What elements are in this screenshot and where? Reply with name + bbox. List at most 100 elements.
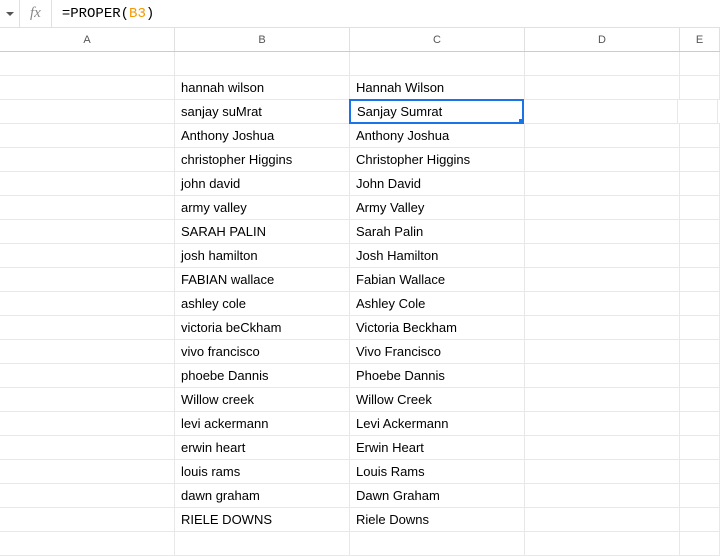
col-header-B[interactable]: B	[175, 28, 350, 51]
cell[interactable]	[680, 484, 720, 507]
cell[interactable]	[0, 244, 175, 267]
cell[interactable]	[525, 76, 680, 99]
cell[interactable]: RIELE DOWNS	[175, 508, 350, 531]
cell[interactable]: dawn graham	[175, 484, 350, 507]
cell[interactable]: hannah wilson	[175, 76, 350, 99]
cell[interactable]	[525, 460, 680, 483]
cell[interactable]	[525, 148, 680, 171]
name-box-dropdown[interactable]	[0, 0, 20, 27]
cell[interactable]	[175, 532, 350, 555]
cell[interactable]: SARAH PALIN	[175, 220, 350, 243]
cell[interactable]	[680, 220, 720, 243]
cell[interactable]	[525, 124, 680, 147]
cell[interactable]	[525, 532, 680, 555]
cell[interactable]	[175, 52, 350, 75]
cell[interactable]	[680, 124, 720, 147]
cell[interactable]	[0, 196, 175, 219]
cell[interactable]	[350, 532, 525, 555]
cell[interactable]	[0, 508, 175, 531]
cell[interactable]	[0, 316, 175, 339]
cell[interactable]: Anthony Joshua	[175, 124, 350, 147]
cell[interactable]	[0, 220, 175, 243]
cell[interactable]	[680, 388, 720, 411]
cell[interactable]: christopher Higgins	[175, 148, 350, 171]
cell[interactable]: phoebe Dannis	[175, 364, 350, 387]
cell[interactable]: john david	[175, 172, 350, 195]
cell[interactable]	[525, 508, 680, 531]
cell[interactable]	[680, 316, 720, 339]
cell[interactable]: Anthony Joshua	[350, 124, 525, 147]
cell[interactable]	[0, 172, 175, 195]
cell[interactable]: army valley	[175, 196, 350, 219]
cell[interactable]: Hannah Wilson	[350, 76, 525, 99]
cell[interactable]	[0, 292, 175, 315]
cell[interactable]	[525, 436, 680, 459]
col-header-D[interactable]: D	[525, 28, 680, 51]
cell[interactable]	[680, 76, 720, 99]
cell[interactable]	[680, 340, 720, 363]
cell[interactable]: Louis Rams	[350, 460, 525, 483]
cell[interactable]	[523, 100, 678, 123]
cell[interactable]	[680, 244, 720, 267]
cell[interactable]: erwin heart	[175, 436, 350, 459]
cell[interactable]	[525, 388, 680, 411]
cell[interactable]	[680, 364, 720, 387]
cell[interactable]	[0, 268, 175, 291]
cell[interactable]	[0, 412, 175, 435]
cell[interactable]	[0, 364, 175, 387]
cell[interactable]	[0, 484, 175, 507]
cell[interactable]	[525, 412, 680, 435]
cell[interactable]: Army Valley	[350, 196, 525, 219]
cell[interactable]: sanjay suMrat	[175, 100, 350, 123]
cell[interactable]	[350, 52, 525, 75]
col-header-A[interactable]: A	[0, 28, 175, 51]
cell[interactable]: Phoebe Dannis	[350, 364, 525, 387]
cell[interactable]	[680, 172, 720, 195]
cell[interactable]: Dawn Graham	[350, 484, 525, 507]
cell[interactable]: John David	[350, 172, 525, 195]
cell[interactable]	[0, 388, 175, 411]
cell[interactable]	[525, 244, 680, 267]
cell[interactable]	[680, 460, 720, 483]
cell[interactable]	[680, 292, 720, 315]
cell[interactable]	[0, 532, 175, 555]
cell[interactable]: Fabian Wallace	[350, 268, 525, 291]
cell[interactable]	[0, 460, 175, 483]
col-header-C[interactable]: C	[350, 28, 525, 51]
cell[interactable]: louis rams	[175, 460, 350, 483]
cell[interactable]: vivo francisco	[175, 340, 350, 363]
cell[interactable]	[525, 268, 680, 291]
cell[interactable]: Willow Creek	[350, 388, 525, 411]
cell[interactable]: Erwin Heart	[350, 436, 525, 459]
cell[interactable]	[525, 484, 680, 507]
cell[interactable]	[678, 100, 718, 123]
cell[interactable]: Willow creek	[175, 388, 350, 411]
cell[interactable]	[525, 316, 680, 339]
cell[interactable]: Riele Downs	[350, 508, 525, 531]
cell[interactable]: Ashley Cole	[350, 292, 525, 315]
cell[interactable]	[0, 436, 175, 459]
cell[interactable]	[680, 508, 720, 531]
cell[interactable]	[680, 532, 720, 555]
cell[interactable]	[0, 52, 175, 75]
cell[interactable]: Levi Ackermann	[350, 412, 525, 435]
cell[interactable]: Victoria Beckham	[350, 316, 525, 339]
cell[interactable]	[680, 412, 720, 435]
cell[interactable]: Christopher Higgins	[350, 148, 525, 171]
formula-input[interactable]: =PROPER(B3)	[52, 0, 720, 27]
cell[interactable]	[0, 100, 175, 123]
cell[interactable]: Josh Hamilton	[350, 244, 525, 267]
cell[interactable]	[525, 220, 680, 243]
cell[interactable]	[525, 340, 680, 363]
cell[interactable]: levi ackermann	[175, 412, 350, 435]
col-header-E[interactable]: E	[680, 28, 720, 51]
cell[interactable]	[0, 76, 175, 99]
cell[interactable]	[680, 52, 720, 75]
cell[interactable]: victoria beCkham	[175, 316, 350, 339]
cell[interactable]	[525, 364, 680, 387]
cell[interactable]	[680, 196, 720, 219]
cell[interactable]	[525, 196, 680, 219]
cell[interactable]	[680, 436, 720, 459]
cell[interactable]	[680, 268, 720, 291]
cell[interactable]	[680, 148, 720, 171]
